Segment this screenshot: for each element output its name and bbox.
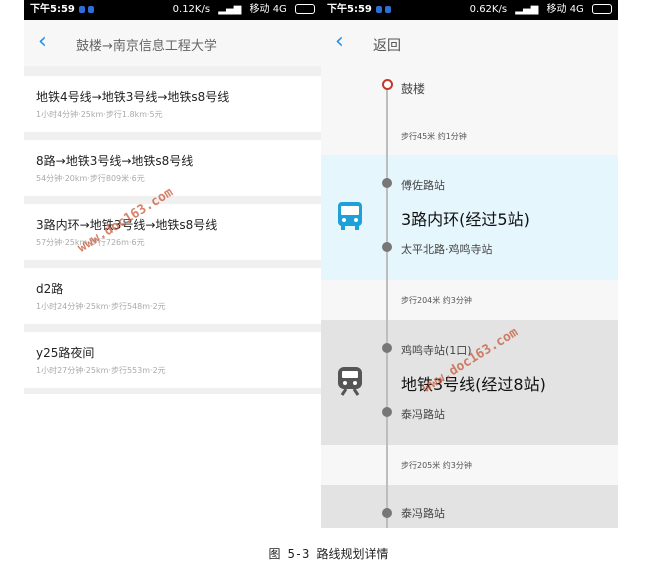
stop-marker <box>382 407 392 417</box>
walk-info: 步行45米 约1分钟 <box>401 132 467 141</box>
back-icon[interactable]: ‹ <box>38 31 58 54</box>
metro-segment[interactable]: 鸡鸣寺站(1口) 地铁3号线(经过8站) 泰冯路站 <box>321 320 618 445</box>
bus-segment[interactable]: 傅佐路站 3路内环(经过5站) 太平北路·鸡鸣寺站 <box>321 155 618 280</box>
route-meta: 54分钟·20km·步行809米·6元 <box>36 174 145 183</box>
route-list-screen: 下午5:59 0.12K/s ▂▄▆ 移动 4G ‹ 鼓楼→南京信息工程大学 地… <box>24 0 321 528</box>
signal-icon: ▂▄▆ <box>218 4 242 15</box>
stop-marker <box>382 242 392 252</box>
route-option-5[interactable]: y25路夜间 1小时27分钟·25km·步行553m·2元 <box>24 332 321 388</box>
route-meta: 1小时4分钟·25km·步行1.8km·5元 <box>36 110 163 119</box>
next-stop: 泰冯路站 <box>401 507 445 520</box>
timeline-line <box>386 85 388 528</box>
status-time: 下午5:59 <box>327 4 372 15</box>
route-name: y25路夜间 <box>36 346 95 360</box>
route-name: 地铁4号线→地铁3号线→地铁s8号线 <box>36 90 230 104</box>
carrier-label: 移动 4G <box>546 4 584 15</box>
network-speed: 0.62K/s <box>469 4 508 15</box>
walk-row-1: 步行45米 约1分钟 <box>321 120 618 155</box>
status-bar: 下午5:59 0.62K/s ▂▄▆ 移动 4G <box>321 0 618 20</box>
route-meta: 1小时24分钟·25km·步行548m·2元 <box>36 302 166 311</box>
bus-icon <box>338 202 362 230</box>
route-option-3[interactable]: 3路内环→地铁3号线→地铁s8号线 57分钟·25km·步行726m·6元 <box>24 204 321 260</box>
stop-marker <box>382 508 392 518</box>
carrier-label: 移动 4G <box>249 4 287 15</box>
back-icon[interactable]: ‹ <box>335 31 355 54</box>
signal-icon: ▂▄▆ <box>515 4 539 15</box>
route-name: d2路 <box>36 282 64 296</box>
stop-marker <box>382 178 392 188</box>
origin-name: 鼓楼 <box>401 82 426 96</box>
walk-row-2: 步行204米 约3分钟 <box>321 280 618 320</box>
back-label[interactable]: 返回 <box>373 35 401 55</box>
next-segment[interactable]: 泰冯路站 <box>321 485 618 528</box>
walk-info: 步行204米 约3分钟 <box>401 296 472 305</box>
battery-icon <box>592 4 612 14</box>
alight-stop: 泰冯路站 <box>401 408 445 421</box>
route-option-2[interactable]: 8路→地铁3号线→地铁s8号线 54分钟·20km·步行809米·6元 <box>24 140 321 196</box>
page-title: 鼓楼→南京信息工程大学 <box>76 39 217 54</box>
route-option-1[interactable]: 地铁4号线→地铁3号线→地铁s8号线 1小时4分钟·25km·步行1.8km·5… <box>24 76 321 132</box>
route-meta: 1小时27分钟·25km·步行553m·2元 <box>36 366 166 375</box>
walk-row-3: 步行205米 约3分钟 <box>321 445 618 485</box>
status-time: 下午5:59 <box>30 4 75 15</box>
metro-icon <box>338 367 362 396</box>
route-option-4[interactable]: d2路 1小时24分钟·25km·步行548m·2元 <box>24 268 321 324</box>
network-speed: 0.12K/s <box>172 4 211 15</box>
header-bar: ‹ 鼓楼→南京信息工程大学 <box>24 20 321 66</box>
figure-caption: 图 5-3 路线规划详情 <box>268 547 389 561</box>
origin-marker <box>382 79 393 90</box>
status-bar: 下午5:59 0.12K/s ▂▄▆ 移动 4G <box>24 0 321 20</box>
battery-icon <box>295 4 315 14</box>
bus-line-name: 3路内环(经过5站) <box>401 210 530 229</box>
route-detail-screen: 下午5:59 0.62K/s ▂▄▆ 移动 4G ‹ 返回 鼓楼 步行45米 约… <box>321 0 618 528</box>
route-name: 8路→地铁3号线→地铁s8号线 <box>36 154 194 168</box>
walk-info: 步行205米 约3分钟 <box>401 461 472 470</box>
header-bar: ‹ 返回 <box>321 20 618 66</box>
origin-row: 鼓楼 <box>321 66 618 120</box>
stop-marker <box>382 343 392 353</box>
board-stop: 傅佐路站 <box>401 179 445 192</box>
empty-area <box>24 394 321 528</box>
alight-stop: 太平北路·鸡鸣寺站 <box>401 243 493 256</box>
board-stop: 鸡鸣寺站(1口) <box>401 344 472 357</box>
